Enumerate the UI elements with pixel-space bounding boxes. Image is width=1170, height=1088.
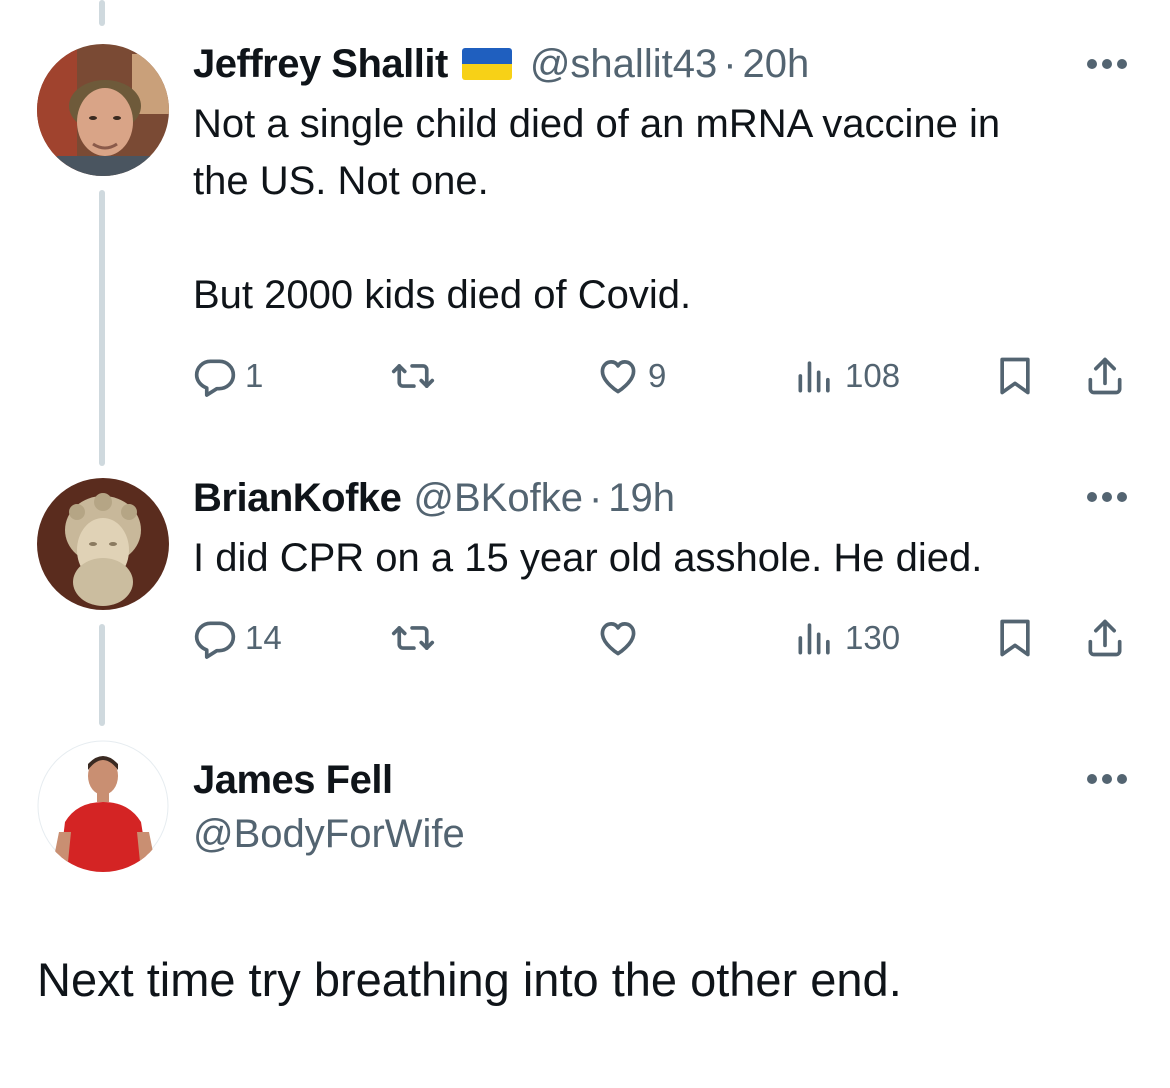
reply-count: 1 <box>245 357 264 394</box>
views-chart-icon <box>798 361 830 393</box>
views-chart-icon <box>798 623 830 655</box>
more-options-button[interactable] <box>1086 490 1128 504</box>
reply-count: 14 <box>245 619 282 656</box>
handle[interactable]: @BodyForWife <box>193 810 465 858</box>
reply-text: Next time try breathing into the other e… <box>37 953 902 1006</box>
avatar-james-fell[interactable] <box>37 740 169 872</box>
retweet-icon <box>391 626 435 650</box>
tweet-text: I did CPR on a 15 year old asshole. He d… <box>193 536 983 580</box>
avatar-jeffrey-shallit[interactable] <box>37 44 169 176</box>
retweet-icon <box>391 364 435 388</box>
share-icon <box>1088 619 1122 657</box>
share-button[interactable] <box>1083 614 1127 662</box>
like-button[interactable] <box>596 614 648 662</box>
tweet-text: Not a single child died of an mRNA vacci… <box>193 102 1001 317</box>
display-name[interactable]: James Fell <box>193 756 393 804</box>
tweet-actions: 1 9 108 <box>193 352 1133 400</box>
separator-dot: · <box>723 42 737 86</box>
more-dots-icon <box>1087 59 1127 69</box>
thread-line-top <box>99 0 105 26</box>
reply-button[interactable]: 1 <box>193 352 263 400</box>
view-count: 130 <box>845 619 901 656</box>
more-options-button[interactable] <box>1086 57 1128 71</box>
avatar-photo-icon <box>37 478 169 610</box>
handle[interactable]: @shallit43 <box>530 40 717 88</box>
separator-dot: · <box>588 476 603 520</box>
bookmark-icon <box>1000 619 1030 657</box>
heart-icon <box>600 622 636 656</box>
reply-button[interactable]: 14 <box>193 614 282 662</box>
handle[interactable]: @BKofke <box>413 474 583 522</box>
bookmark-button[interactable] <box>993 352 1037 400</box>
views-button[interactable]: 130 <box>793 614 900 662</box>
avatar-photo-icon <box>37 44 169 176</box>
thread-line-2 <box>99 624 105 726</box>
tweet-header: BrianKofke @BKofke · 19h <box>193 474 675 522</box>
avatar-briankofke[interactable] <box>37 478 169 610</box>
share-button[interactable] <box>1083 352 1127 400</box>
bookmark-button[interactable] <box>993 614 1037 662</box>
bookmark-icon <box>1000 357 1030 395</box>
reply-icon <box>194 359 236 397</box>
share-icon <box>1088 357 1122 395</box>
display-name[interactable]: Jeffrey Shallit <box>193 40 448 88</box>
retweet-button[interactable] <box>391 614 443 662</box>
like-count: 9 <box>648 357 667 394</box>
timestamp[interactable]: 20h <box>743 40 810 88</box>
like-button[interactable]: 9 <box>596 352 666 400</box>
ukraine-flag-icon <box>461 48 512 80</box>
reply-icon <box>194 621 236 659</box>
views-button[interactable]: 108 <box>793 352 900 400</box>
more-dots-icon <box>1087 492 1127 502</box>
thread-line-1 <box>99 190 105 466</box>
tweet-actions: 14 130 <box>193 614 1133 662</box>
view-count: 108 <box>845 357 901 394</box>
more-options-button[interactable] <box>1086 772 1128 786</box>
timestamp[interactable]: 19h <box>608 474 675 522</box>
avatar-photo-icon <box>37 740 169 872</box>
display-name[interactable]: BrianKofke <box>193 474 402 522</box>
heart-icon <box>600 360 636 394</box>
retweet-button[interactable] <box>391 352 443 400</box>
more-dots-icon <box>1087 774 1127 784</box>
tweet-header: Jeffrey Shallit @shallit43 · 20h <box>193 40 809 88</box>
